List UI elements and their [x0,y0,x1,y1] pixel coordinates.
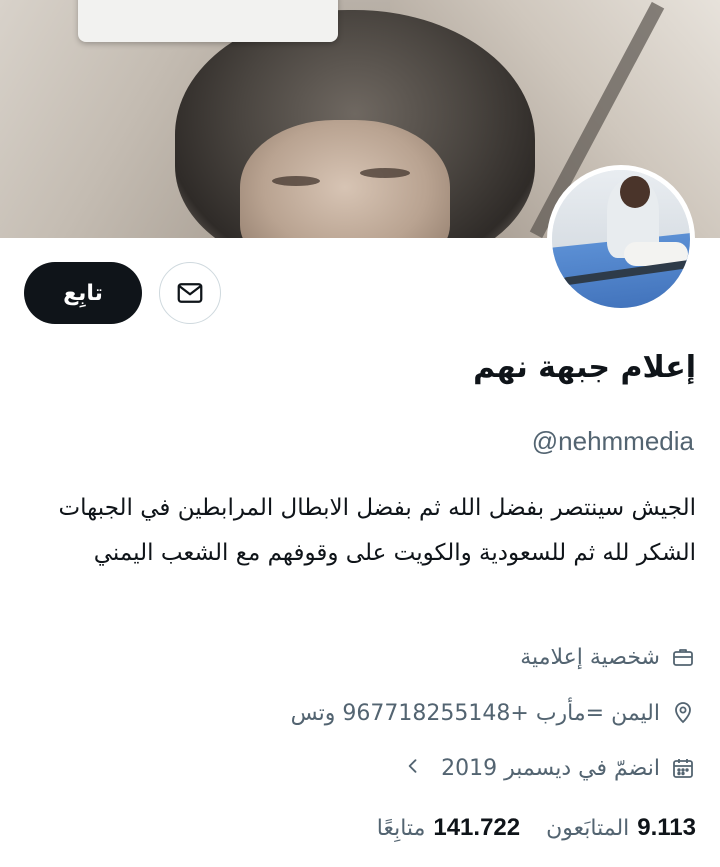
profile-category: شخصية إعلامية [520,644,660,670]
profile-stats: 9.113 المتابَعون 141.722 متابِعًا [377,814,696,842]
calendar-icon [670,755,696,781]
message-button[interactable] [159,262,221,324]
mail-icon [177,283,203,303]
banner-person-eye [272,176,320,186]
profile-joined-date: انضمّ في ديسمبر 2019 [441,755,660,781]
user-handle: @nehmmedia [531,426,694,456]
followers-stat[interactable]: 9.113 المتابَعون [546,814,696,842]
profile-location-row: اليمن =مأرب +967718255148 وتس [291,700,696,726]
following-count: 141.722 [433,814,521,841]
briefcase-icon [670,644,696,670]
following-label: متابِعًا [376,816,426,841]
profile-avatar[interactable] [547,165,695,313]
profile-joined-row[interactable]: انضمّ في ديسمبر 2019 [403,754,696,782]
chevron-left-icon[interactable] [403,754,423,782]
follow-button[interactable]: تابِع [24,262,142,324]
banner-card-overlay [78,0,338,42]
banner-person-eye [360,168,410,178]
profile-location: اليمن =مأرب +967718255148 وتس [290,700,660,726]
location-pin-icon [670,700,696,726]
profile-bio: الجيش سينتصر بفضل الله ثم بفضل الابطال ا… [58,495,697,566]
followers-count: 9.113 [637,814,696,841]
followers-label: المتابَعون [546,816,630,841]
profile-category-row: شخصية إعلامية [520,644,696,670]
display-name: إعلام جبهة نهم [473,350,696,385]
following-stat[interactable]: 141.722 متابِعًا [377,814,520,842]
avatar-person-head [620,176,650,208]
